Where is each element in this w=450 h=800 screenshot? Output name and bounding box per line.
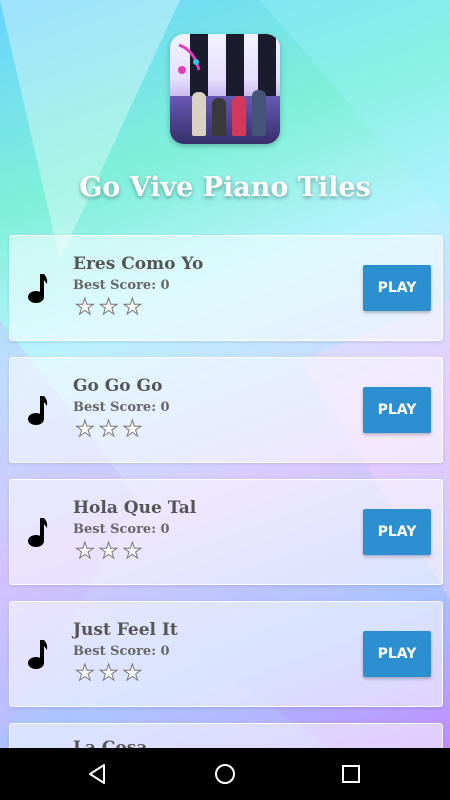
star-outline-icon: ★ [98,539,119,564]
music-note-icon [28,518,48,547]
play-button[interactable]: PLAY [363,509,431,555]
best-score-label: Best Score: 0 [73,644,170,659]
page-title: Go Vive Piano Tiles [79,172,371,203]
star-outline-icon: ★ [75,539,96,564]
star-outline-icon: ★ [122,539,143,564]
star-outline-icon: ★ [122,417,143,442]
music-note-icon [28,640,48,669]
best-score-label: Best Score: 0 [73,400,170,415]
song-title: Go Go Go [73,376,163,396]
star-rating: ★ ★ ★ [75,661,143,686]
song-card: Hola Que Tal Best Score: 0 ★ ★ ★ PLAY [9,479,443,585]
song-card: Just Feel It Best Score: 0 ★ ★ ★ PLAY [9,601,443,707]
home-circle-icon[interactable] [213,762,237,786]
star-outline-icon: ★ [98,661,119,686]
song-title: Hola Que Tal [73,498,197,518]
song-card: La Cosa [9,723,443,748]
music-note-icon [28,274,48,303]
song-title: La Cosa [73,738,148,748]
play-button[interactable]: PLAY [363,631,431,677]
system-navigation-bar [0,748,450,800]
music-notes-icon [178,43,201,74]
star-outline-icon: ★ [75,661,96,686]
back-triangle-icon[interactable] [86,762,110,786]
app-screen: Go Vive Piano Tiles Eres Como Yo Best Sc… [0,0,450,748]
star-rating: ★ ★ ★ [75,295,143,320]
song-title: Eres Como Yo [73,254,204,274]
best-score-label: Best Score: 0 [73,278,170,293]
star-outline-icon: ★ [122,661,143,686]
music-note-icon [28,396,48,425]
app-logo [170,34,280,144]
star-rating: ★ ★ ★ [75,539,143,564]
best-score-label: Best Score: 0 [73,522,170,537]
song-card: Eres Como Yo Best Score: 0 ★ ★ ★ PLAY [9,235,443,341]
play-button[interactable]: PLAY [363,265,431,311]
recents-square-icon[interactable] [339,762,363,786]
song-card: Go Go Go Best Score: 0 ★ ★ ★ PLAY [9,357,443,463]
play-button[interactable]: PLAY [363,387,431,433]
star-outline-icon: ★ [75,295,96,320]
star-outline-icon: ★ [122,295,143,320]
star-rating: ★ ★ ★ [75,417,143,442]
song-title: Just Feel It [73,620,178,640]
star-outline-icon: ★ [98,295,119,320]
star-outline-icon: ★ [75,417,96,442]
star-outline-icon: ★ [98,417,119,442]
